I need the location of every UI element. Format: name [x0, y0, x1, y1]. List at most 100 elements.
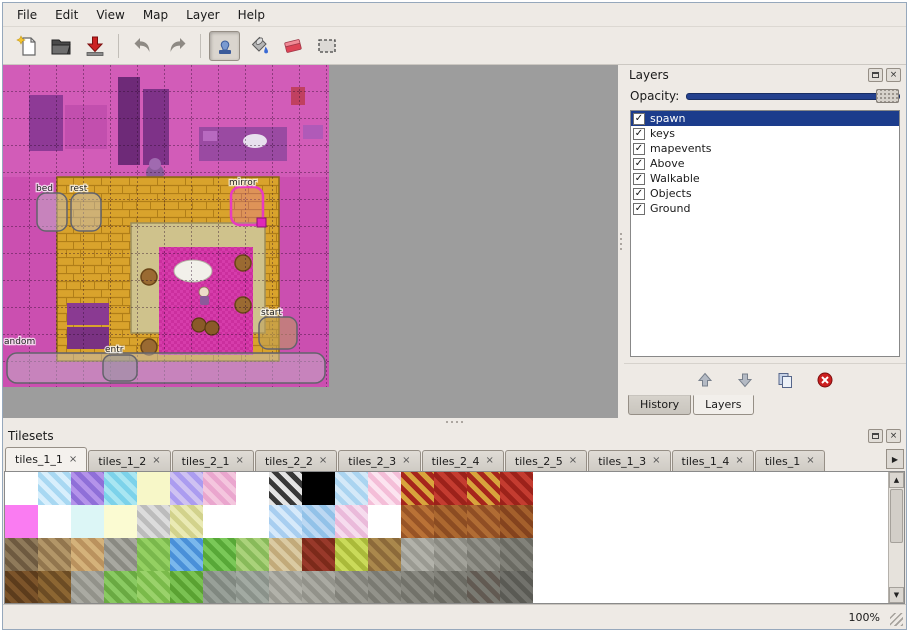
- duplicate-layer-button[interactable]: [774, 369, 796, 391]
- tileset-tile[interactable]: [137, 472, 170, 505]
- tileset-tile[interactable]: [434, 505, 467, 538]
- tileset-tab-tiles_1_4[interactable]: tiles_1_4 ×: [672, 450, 754, 471]
- tileset-tile[interactable]: [104, 505, 137, 538]
- layer-visibility-checkbox[interactable]: ✓: [633, 113, 645, 125]
- tileset-tile[interactable]: [467, 505, 500, 538]
- close-panel-button[interactable]: ×: [886, 429, 901, 443]
- tileset-tile[interactable]: [368, 505, 401, 538]
- tab-close-icon[interactable]: ×: [236, 456, 244, 466]
- map-object-entrance[interactable]: [103, 355, 137, 381]
- layer-visibility-checkbox[interactable]: ✓: [633, 188, 645, 200]
- tileset-tile[interactable]: [137, 505, 170, 538]
- layer-visibility-checkbox[interactable]: ✓: [633, 158, 645, 170]
- map-object-bed[interactable]: [37, 193, 67, 231]
- horizontal-splitter[interactable]: [3, 418, 906, 426]
- menu-help[interactable]: Help: [230, 6, 273, 24]
- tileset-tile[interactable]: [269, 472, 302, 505]
- menu-file[interactable]: File: [9, 6, 45, 24]
- tileset-tile[interactable]: [5, 505, 38, 538]
- tileset-tile[interactable]: [104, 571, 137, 604]
- undo-button[interactable]: [127, 31, 158, 61]
- tileset-tile[interactable]: [500, 538, 533, 571]
- tileset-tile[interactable]: [71, 571, 104, 604]
- tileset-tile[interactable]: [401, 472, 434, 505]
- tileset-tile[interactable]: [236, 472, 269, 505]
- tab-close-icon[interactable]: ×: [485, 456, 493, 466]
- layer-row-mapevents[interactable]: ✓ mapevents: [631, 141, 899, 156]
- tileset-tile[interactable]: [104, 538, 137, 571]
- close-panel-button[interactable]: ×: [886, 68, 901, 82]
- tab-close-icon[interactable]: ×: [402, 456, 410, 466]
- selection-handle[interactable]: [257, 218, 266, 227]
- layer-row-keys[interactable]: ✓ keys: [631, 126, 899, 141]
- layer-row-walkable[interactable]: ✓ Walkable: [631, 171, 899, 186]
- tileset-tile[interactable]: [170, 571, 203, 604]
- tileset-tile[interactable]: [236, 505, 269, 538]
- opacity-slider-handle[interactable]: [876, 89, 899, 103]
- layer-row-spawn[interactable]: ✓ spawn: [631, 111, 899, 126]
- layer-visibility-checkbox[interactable]: ✓: [633, 143, 645, 155]
- tileset-tile[interactable]: [104, 472, 137, 505]
- tileset-scrollbar[interactable]: ▲ ▼: [888, 472, 904, 603]
- layer-visibility-checkbox[interactable]: ✓: [633, 173, 645, 185]
- tileset-tile[interactable]: [401, 505, 434, 538]
- tileset-tile[interactable]: [302, 538, 335, 571]
- tileset-tile[interactable]: [5, 538, 38, 571]
- tileset-tile[interactable]: [302, 472, 335, 505]
- tileset-tile[interactable]: [170, 472, 203, 505]
- tileset-tile[interactable]: [335, 571, 368, 604]
- map-canvas[interactable]: bed rest mirror start entr andom: [3, 65, 329, 387]
- tab-layers[interactable]: Layers: [693, 395, 753, 415]
- tileset-tile[interactable]: [467, 538, 500, 571]
- float-panel-button[interactable]: [868, 429, 883, 443]
- opacity-slider[interactable]: [686, 88, 900, 104]
- tab-close-icon[interactable]: ×: [69, 455, 77, 465]
- tileset-tile[interactable]: [368, 571, 401, 604]
- tileset-tile[interactable]: [38, 472, 71, 505]
- tileset-tile[interactable]: [467, 571, 500, 604]
- save-map-button[interactable]: [79, 31, 110, 61]
- tileset-tile[interactable]: [269, 571, 302, 604]
- tileset-tile[interactable]: [500, 571, 533, 604]
- tileset-tile[interactable]: [71, 538, 104, 571]
- eraser-button[interactable]: [277, 31, 308, 61]
- tab-close-icon[interactable]: ×: [652, 456, 660, 466]
- tileset-tab-tiles_2_1[interactable]: tiles_2_1 ×: [172, 450, 254, 471]
- menu-map[interactable]: Map: [135, 6, 176, 24]
- layer-visibility-checkbox[interactable]: ✓: [633, 128, 645, 140]
- tileset-tile[interactable]: [137, 538, 170, 571]
- tileset-tile[interactable]: [368, 472, 401, 505]
- tab-close-icon[interactable]: ×: [319, 456, 327, 466]
- scroll-down-button[interactable]: ▼: [889, 587, 904, 603]
- tileset-tile[interactable]: [467, 472, 500, 505]
- tileset-tile[interactable]: [401, 571, 434, 604]
- tileset-tab-tiles_2_4[interactable]: tiles_2_4 ×: [422, 450, 504, 471]
- tileset-tile[interactable]: [302, 505, 335, 538]
- stamp-brush-button[interactable]: [209, 31, 240, 61]
- menu-layer[interactable]: Layer: [178, 6, 227, 24]
- open-map-button[interactable]: [45, 31, 76, 61]
- tileset-tile[interactable]: [368, 538, 401, 571]
- tileset-tile[interactable]: [71, 505, 104, 538]
- tab-scroll-right-button[interactable]: ▶: [886, 449, 904, 469]
- tileset-tile[interactable]: [236, 571, 269, 604]
- map-object-bottom-bar[interactable]: [7, 353, 325, 383]
- layer-row-ground[interactable]: ✓ Ground: [631, 201, 899, 216]
- tileset-tile[interactable]: [500, 472, 533, 505]
- tab-close-icon[interactable]: ×: [806, 456, 814, 466]
- tab-close-icon[interactable]: ×: [152, 456, 160, 466]
- tileset-tile[interactable]: [38, 538, 71, 571]
- raise-layer-button[interactable]: [694, 369, 716, 391]
- new-map-button[interactable]: [11, 31, 42, 61]
- tileset-tile[interactable]: [236, 538, 269, 571]
- tileset-tile[interactable]: [203, 571, 236, 604]
- layer-visibility-checkbox[interactable]: ✓: [633, 203, 645, 215]
- tileset-tab-tiles_2_5[interactable]: tiles_2_5 ×: [505, 450, 587, 471]
- tileset-tile[interactable]: [71, 472, 104, 505]
- tileset-tile[interactable]: [170, 505, 203, 538]
- lower-layer-button[interactable]: [734, 369, 756, 391]
- map-object-start[interactable]: [259, 317, 297, 349]
- tileset-tile[interactable]: [434, 472, 467, 505]
- tileset-tile[interactable]: [38, 571, 71, 604]
- float-panel-button[interactable]: [868, 68, 883, 82]
